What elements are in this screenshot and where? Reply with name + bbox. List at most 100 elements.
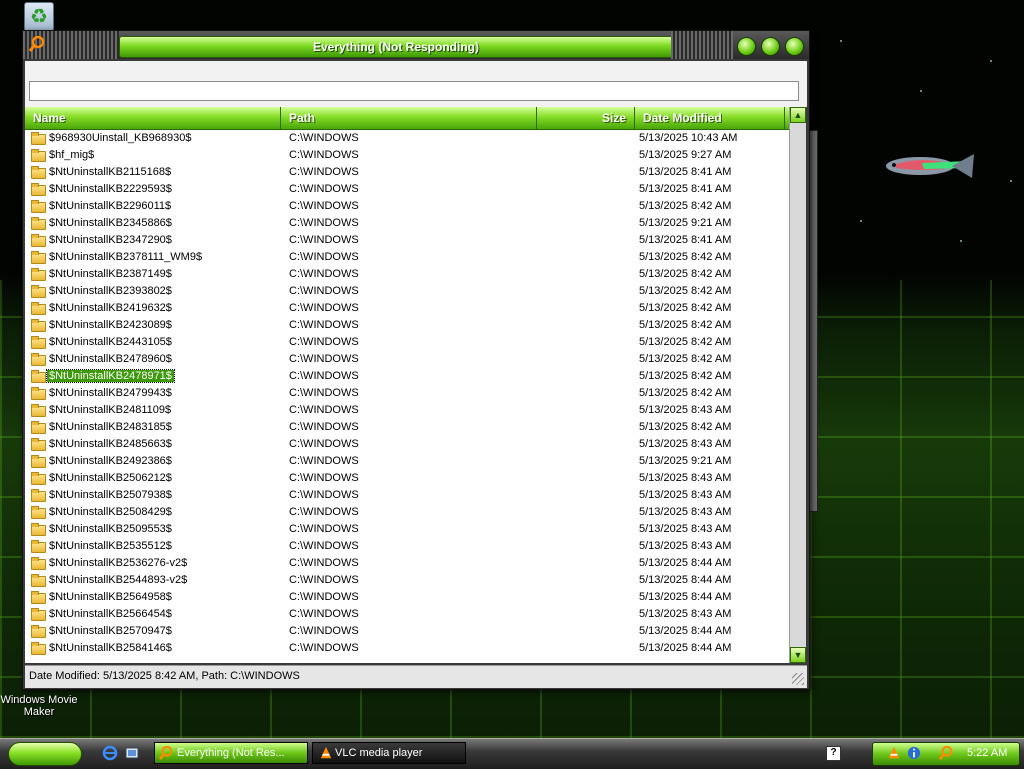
taskbar: Everything (Not Res... VLC media player …: [0, 738, 1024, 769]
table-row[interactable]: $NtUninstallKB2443105$ C:\WINDOWS 5/13/202…: [25, 335, 789, 352]
taskbar-vlc-button[interactable]: VLC media player: [312, 742, 466, 764]
table-row[interactable]: $968930Uinstall_KB968930$ C:\WINDOWS 5/13/…: [25, 131, 789, 148]
desktop-icon-label[interactable]: Windows Movie Maker: [0, 694, 78, 718]
resize-grip[interactable]: [792, 673, 804, 685]
column-path-header[interactable]: Path: [281, 107, 537, 129]
table-row[interactable]: $NtUninstallKB2492386$ C:\WINDOWS 5/13/202…: [25, 454, 789, 471]
folder-icon: [31, 217, 46, 230]
row-path: C:\WINDOWS: [289, 523, 359, 535]
help-icon[interactable]: ?: [826, 746, 841, 761]
row-name-text: $NtUninstallKB2478971$: [46, 369, 175, 383]
row-path: C:\WINDOWS: [289, 421, 359, 433]
row-name-text: $NtUninstallKB2509553$: [49, 523, 172, 535]
row-date-modified: 5/13/2025 8:42 AM: [639, 285, 732, 297]
row-date-modified: 5/13/2025 8:44 AM: [639, 642, 732, 654]
row-name-text: $NtUninstallKB2506212$: [49, 472, 172, 484]
star: [860, 220, 862, 222]
row-path: C:\WINDOWS: [289, 608, 359, 620]
folder-icon: [31, 166, 46, 179]
folder-icon: [31, 574, 46, 587]
recycle-bin-icon[interactable]: [24, 2, 54, 32]
table-row[interactable]: $NtUninstallKB2115168$ C:\WINDOWS 5/13/202…: [25, 165, 789, 182]
taskbar-everything-button[interactable]: Everything (Not Res...: [154, 742, 308, 764]
table-row[interactable]: $NtUninstallKB2423089$ C:\WINDOWS 5/13/202…: [25, 318, 789, 335]
folder-icon: [31, 183, 46, 196]
folder-icon: [31, 608, 46, 621]
table-row[interactable]: $NtUninstallKB2419632$ C:\WINDOWS 5/13/202…: [25, 301, 789, 318]
table-row[interactable]: $NtUninstallKB2387149$ C:\WINDOWS 5/13/202…: [25, 267, 789, 284]
row-date-modified: 5/13/2025 8:42 AM: [639, 336, 732, 348]
table-row[interactable]: $NtUninstallKB2507938$ C:\WINDOWS 5/13/202…: [25, 488, 789, 505]
taskbar-button-label: Everything (Not Res...: [177, 747, 285, 759]
folder-icon: [31, 523, 46, 536]
window-title: Everything (Not Responding): [313, 40, 479, 54]
row-date-modified: 5/13/2025 8:44 AM: [639, 625, 732, 637]
info-icon[interactable]: [907, 746, 921, 760]
row-path: C:\WINDOWS: [289, 166, 359, 178]
table-row[interactable]: $NtUninstallKB2535512$ C:\WINDOWS 5/13/202…: [25, 539, 789, 556]
start-button[interactable]: [8, 742, 82, 766]
row-name-text: $NtUninstallKB2229593$: [49, 183, 172, 195]
results-list[interactable]: Name Path Size Date Modified $968930Uins…: [25, 107, 789, 663]
row-name: $NtUninstallKB2387149$: [49, 268, 172, 280]
fish-screensaver-icon: [886, 154, 974, 178]
table-row[interactable]: $NtUninstallKB2478971$ C:\WINDOWS 5/13/202…: [25, 369, 789, 386]
internet-explorer-icon[interactable]: [102, 745, 118, 761]
row-name-text: $NtUninstallKB2347290$: [49, 234, 172, 246]
table-row[interactable]: $NtUninstallKB2483185$ C:\WINDOWS 5/13/202…: [25, 420, 789, 437]
row-path: C:\WINDOWS: [289, 370, 359, 382]
table-row[interactable]: $hf_mig$ C:\WINDOWS 5/13/2025 9:27 AM: [25, 148, 789, 165]
table-row[interactable]: $NtUninstallKB2544893-v2$ C:\WINDOWS 5/13/…: [25, 573, 789, 590]
title-bar[interactable]: Everything (Not Responding): [23, 31, 809, 59]
row-date-modified: 5/13/2025 8:44 AM: [639, 557, 732, 569]
row-date-modified: 5/13/2025 8:43 AM: [639, 523, 732, 535]
clock[interactable]: 5:22 AM: [967, 747, 1007, 759]
table-row[interactable]: $NtUninstallKB2584146$ C:\WINDOWS 5/13/202…: [25, 641, 789, 658]
vertical-scrollbar[interactable]: ▲ ▼: [789, 107, 806, 663]
table-row[interactable]: $NtUninstallKB2478960$ C:\WINDOWS 5/13/202…: [25, 352, 789, 369]
table-row[interactable]: $NtUninstallKB2296011$ C:\WINDOWS 5/13/202…: [25, 199, 789, 216]
table-row[interactable]: $NtUninstallKB2570947$ C:\WINDOWS 5/13/202…: [25, 624, 789, 641]
vlc-cone-icon[interactable]: [887, 746, 901, 760]
table-row[interactable]: $NtUninstallKB2506212$ C:\WINDOWS 5/13/202…: [25, 471, 789, 488]
table-row[interactable]: $NtUninstallKB2536276-v2$ C:\WINDOWS 5/13/…: [25, 556, 789, 573]
row-date-modified: 5/13/2025 8:42 AM: [639, 353, 732, 365]
row-name-text: $hf_mig$: [49, 149, 95, 161]
row-name: $NtUninstallKB2584146$: [49, 642, 172, 654]
table-row[interactable]: $NtUninstallKB2509553$ C:\WINDOWS 5/13/202…: [25, 522, 789, 539]
maximize-button[interactable]: [761, 37, 780, 56]
row-name-text: $NtUninstallKB2419632$: [49, 302, 172, 314]
table-row[interactable]: $NtUninstallKB2481109$ C:\WINDOWS 5/13/202…: [25, 403, 789, 420]
column-date-modified-header[interactable]: Date Modified: [635, 107, 785, 129]
search-icon: [159, 746, 173, 760]
minimize-button[interactable]: [737, 37, 756, 56]
table-row[interactable]: $NtUninstallKB2345886$ C:\WINDOWS 5/13/202…: [25, 216, 789, 233]
table-row[interactable]: $NtUninstallKB2564958$ C:\WINDOWS 5/13/202…: [25, 590, 789, 607]
table-row[interactable]: $NtUninstallKB2347290$ C:\WINDOWS 5/13/202…: [25, 233, 789, 250]
row-path: C:\WINDOWS: [289, 387, 359, 399]
scroll-up-button[interactable]: ▲: [790, 107, 806, 123]
row-name: $NtUninstallKB2481109$: [49, 404, 171, 416]
folder-icon: [31, 302, 46, 315]
table-row[interactable]: $NtUninstallKB2566454$ C:\WINDOWS 5/13/202…: [25, 607, 789, 624]
row-name: $NtUninstallKB2509553$: [49, 523, 172, 535]
table-row[interactable]: $NtUninstallKB2508429$ C:\WINDOWS 5/13/202…: [25, 505, 789, 522]
folder-icon: [31, 234, 46, 247]
close-button[interactable]: [785, 37, 804, 56]
show-desktop-icon[interactable]: [124, 745, 140, 761]
row-date-modified: 5/13/2025 8:43 AM: [639, 540, 732, 552]
row-path: C:\WINDOWS: [289, 438, 359, 450]
table-row[interactable]: $NtUninstallKB2378111_WM9$ C:\WINDOWS 5/13…: [25, 250, 789, 267]
row-date-modified: 5/13/2025 8:41 AM: [639, 166, 732, 178]
row-date-modified: 5/13/2025 8:42 AM: [639, 200, 732, 212]
search-input[interactable]: [29, 81, 799, 101]
star: [840, 40, 842, 42]
table-row[interactable]: $NtUninstallKB2479943$ C:\WINDOWS 5/13/202…: [25, 386, 789, 403]
table-row[interactable]: $NtUninstallKB2393802$ C:\WINDOWS 5/13/202…: [25, 284, 789, 301]
column-name-header[interactable]: Name: [25, 107, 281, 129]
table-row[interactable]: $NtUninstallKB2229593$ C:\WINDOWS 5/13/202…: [25, 182, 789, 199]
scroll-down-button[interactable]: ▼: [790, 647, 806, 663]
search-icon[interactable]: [939, 746, 953, 760]
table-row[interactable]: $NtUninstallKB2485663$ C:\WINDOWS 5/13/202…: [25, 437, 789, 454]
column-size-header[interactable]: Size: [537, 107, 635, 129]
